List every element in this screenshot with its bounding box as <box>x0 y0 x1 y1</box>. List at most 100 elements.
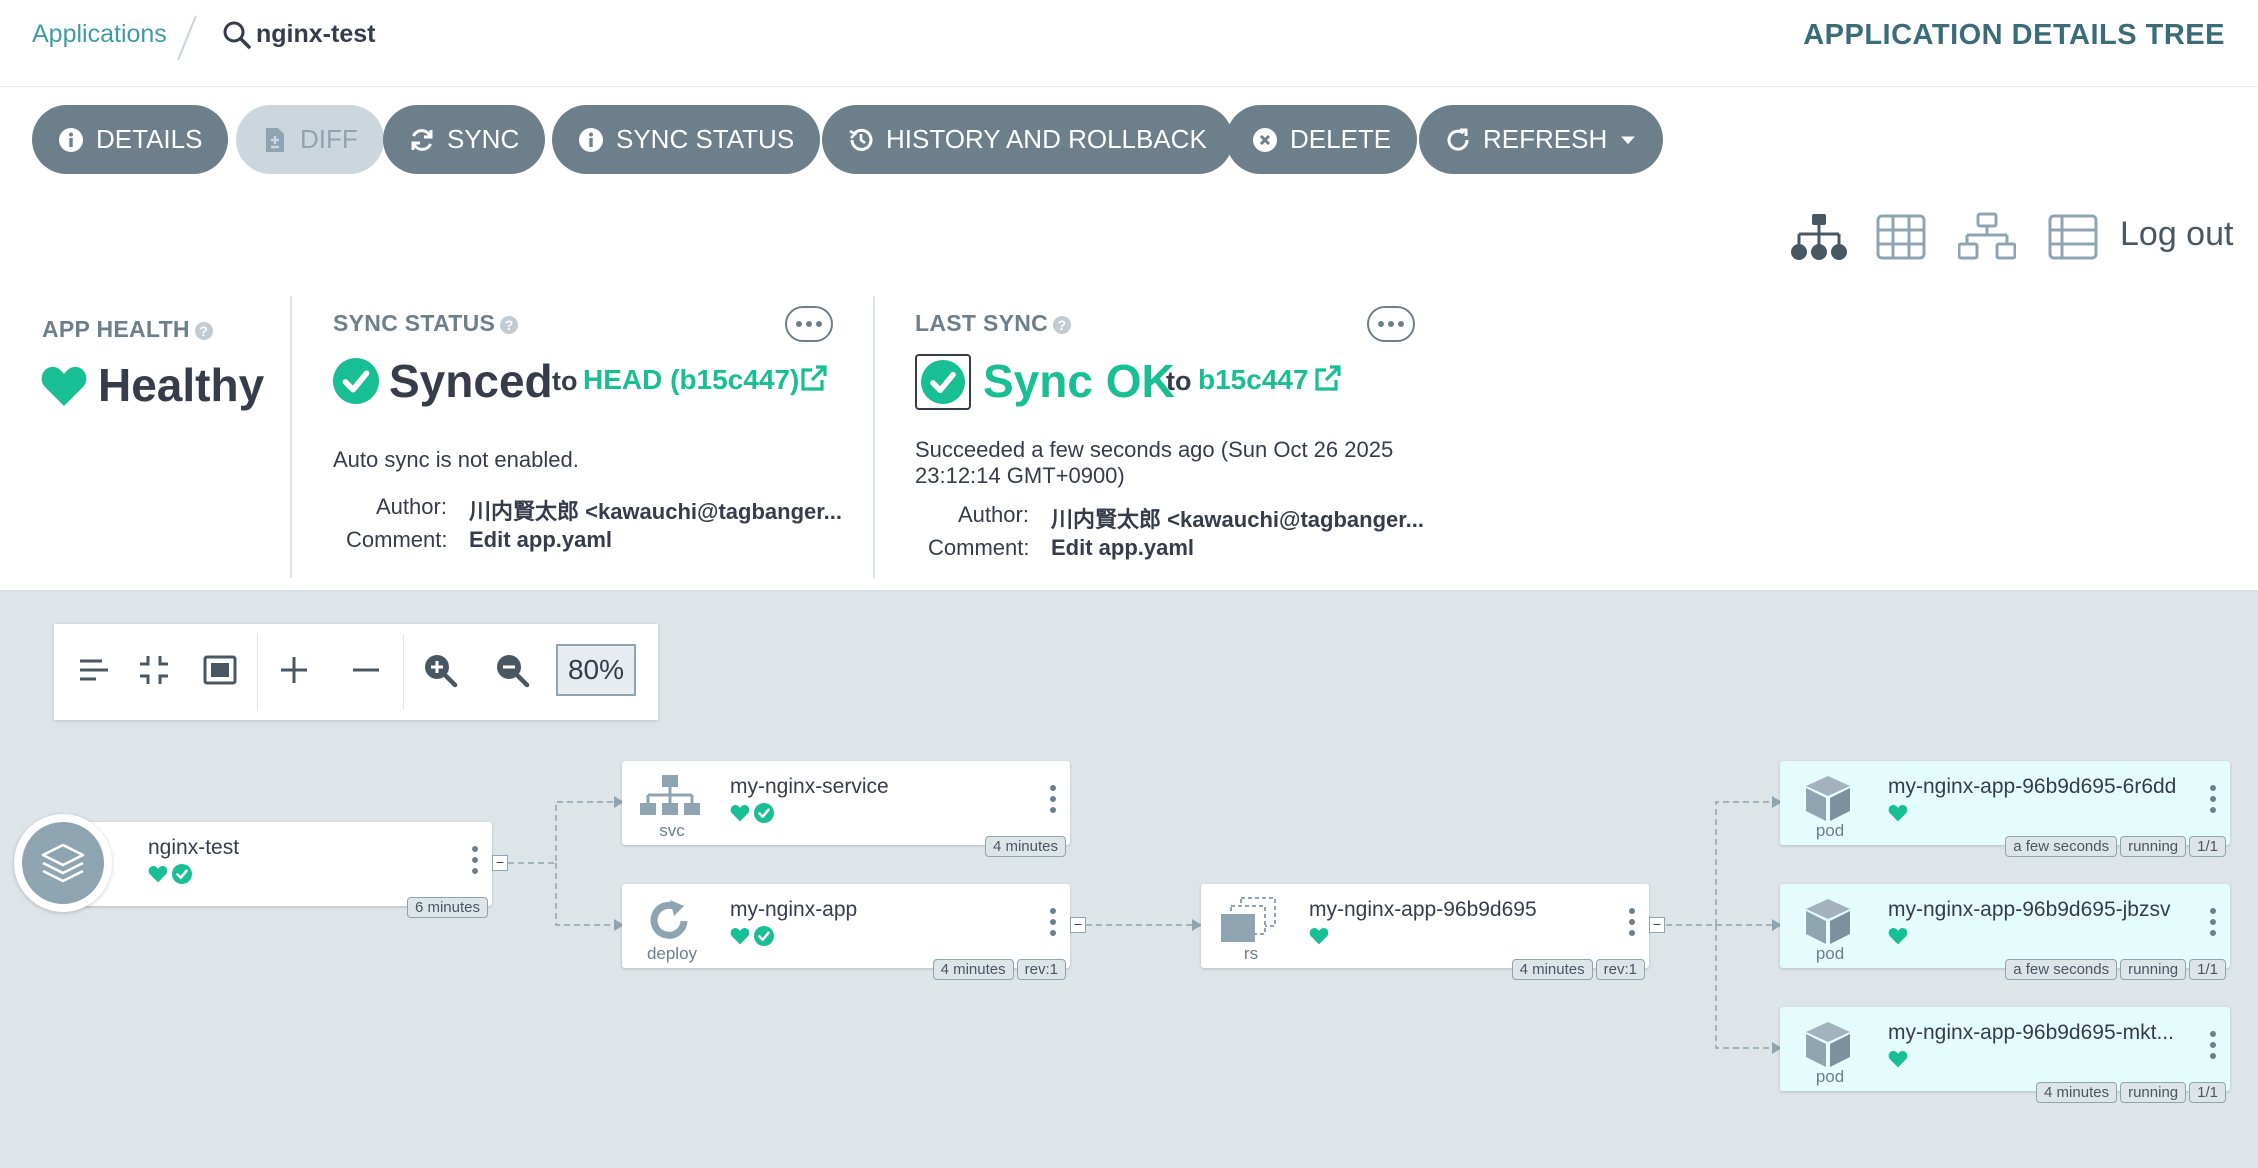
resource-node-pod[interactable]: pod my-nginx-app-96b9d695-jbzsv a few se… <box>1780 884 2230 980</box>
ready-badge: 1/1 <box>2189 959 2226 980</box>
last-sync-more-button[interactable] <box>1367 306 1415 342</box>
node-status <box>1888 926 1908 946</box>
resource-node-pod[interactable]: pod my-nginx-app-96b9d695-6r6dd a few se… <box>1780 761 2230 857</box>
author-value: 川内賢太郎 <kawauchi@tagbanger... <box>469 499 842 524</box>
app-node-nginx-test[interactable]: nginx-test 6 minutes <box>60 822 492 918</box>
node-kind: deploy <box>646 944 698 963</box>
collapse-toggle[interactable]: − <box>1070 917 1086 933</box>
node-tags: 4 minutes <box>984 836 1066 857</box>
service-icon <box>640 775 700 815</box>
sync-status-button[interactable]: SYNC STATUS <box>552 105 821 174</box>
heart-icon <box>730 803 750 823</box>
node-kind: pod <box>1815 821 1845 840</box>
help-icon[interactable]: ? <box>500 315 519 334</box>
breadcrumb-applications-link[interactable]: Applications <box>32 20 167 49</box>
collapse-toggle[interactable]: − <box>492 855 508 871</box>
resource-node-rs[interactable]: rs my-nginx-app-96b9d695 4 minutes rev:1 <box>1201 884 1649 980</box>
node-name: nginx-test <box>148 836 240 859</box>
delete-button[interactable]: DELETE <box>1226 105 1418 174</box>
fit-to-screen-icon[interactable] <box>202 652 238 688</box>
details-label: DETAILS <box>96 124 203 154</box>
node-tags: 4 minutes rev:1 <box>932 959 1066 980</box>
minus-icon[interactable] <box>348 652 384 688</box>
app-icon-bg <box>22 822 104 904</box>
to-text: to <box>1166 366 1192 396</box>
last-sync-status-box <box>915 354 971 410</box>
deployment-icon <box>650 900 688 939</box>
plus-icon[interactable] <box>276 652 312 688</box>
external-link-icon[interactable] <box>800 364 828 392</box>
refresh-icon <box>1447 128 1469 151</box>
node-kind: rs <box>1243 944 1259 963</box>
divider <box>290 296 292 578</box>
resource-node-deploy[interactable]: deploy my-nginx-app 4 minutes rev:1 <box>622 884 1070 980</box>
logout-link[interactable]: Log out <box>2120 215 2233 254</box>
last-sync-label: LAST SYNC? <box>915 310 1072 337</box>
node-name: my-nginx-app-96b9d695-6r6dd <box>1888 775 2177 798</box>
sync-status-more-button[interactable] <box>785 306 833 342</box>
heart-icon <box>148 864 168 884</box>
sync-button[interactable]: SYNC <box>383 105 546 174</box>
last-sync-revision-link[interactable]: b15c447 <box>1198 364 1309 396</box>
last-sync-to: to <box>1166 366 1191 397</box>
node-menu-button[interactable] <box>1050 908 1056 936</box>
app-health-label: APP HEALTH? <box>42 316 213 343</box>
node-kind: svc <box>659 821 685 840</box>
node-menu-button[interactable] <box>472 846 478 874</box>
resource-node-svc[interactable]: svc my-nginx-service 4 minutes <box>622 761 1070 857</box>
author-label: Author: <box>958 502 1029 527</box>
heart-icon <box>730 926 750 946</box>
last-sync-value: Sync OK <box>983 355 1175 407</box>
node-status <box>1888 1049 1908 1069</box>
age-badge: 4 minutes <box>2036 1082 2118 1103</box>
age-badge: 4 minutes <box>932 959 1014 980</box>
check-circle-icon <box>333 358 379 404</box>
age-badge: 4 minutes <box>984 836 1066 857</box>
details-button[interactable]: DETAILS <box>32 105 229 174</box>
list-view-icon[interactable] <box>2044 212 2102 262</box>
resource-node-pod[interactable]: pod my-nginx-app-96b9d695-mkt... 4 minut… <box>1780 1007 2230 1103</box>
zoom-level-input[interactable]: 80% <box>556 644 636 696</box>
history-icon <box>849 128 873 151</box>
zoom-in-icon[interactable] <box>422 652 458 688</box>
heart-icon <box>1309 926 1329 946</box>
sync-status-to: to <box>552 366 577 397</box>
node-menu-button[interactable] <box>1629 908 1635 936</box>
diff-button[interactable]: DIFF <box>236 105 384 174</box>
last-sync-label-text: LAST SYNC <box>915 310 1049 336</box>
history-and-rollback-button[interactable]: HISTORY AND ROLLBACK <box>822 105 1233 174</box>
cube-icon <box>1798 896 1858 946</box>
network-view-icon[interactable] <box>1958 212 2016 262</box>
node-status <box>1309 926 1329 946</box>
node-menu-button[interactable] <box>2210 785 2216 813</box>
help-icon[interactable]: ? <box>1053 315 1072 334</box>
node-menu-button[interactable] <box>2210 908 2216 936</box>
node-status <box>730 926 774 946</box>
last-sync-revision-text: b15c447 <box>1198 364 1309 395</box>
node-menu-button[interactable] <box>1050 785 1056 813</box>
replicaset-icon <box>1221 897 1276 942</box>
breadcrumb-current[interactable]: nginx-test <box>256 20 375 49</box>
node-name: my-nginx-app <box>730 898 858 921</box>
sync-revision-link[interactable]: HEAD (b15c447) <box>583 364 799 396</box>
pods-grid-view-icon[interactable] <box>1872 212 1930 262</box>
cube-icon <box>1798 773 1858 823</box>
ready-badge: 1/1 <box>2189 1082 2226 1103</box>
collapse-toggle[interactable]: − <box>1649 917 1665 933</box>
zoom-out-icon[interactable] <box>494 652 530 688</box>
compress-icon[interactable] <box>136 652 172 688</box>
node-tags: 4 minutes running 1/1 <box>2036 1082 2226 1103</box>
external-link-icon[interactable] <box>1314 364 1342 392</box>
heart-icon <box>1888 926 1908 946</box>
sync-status-value: Synced <box>389 355 553 407</box>
search-icon[interactable] <box>222 20 252 50</box>
tree-view-icon[interactable] <box>1790 212 1848 262</box>
refresh-button[interactable]: REFRESH <box>1419 105 1664 174</box>
align-left-icon[interactable] <box>76 652 112 688</box>
divider <box>403 634 404 710</box>
node-menu-button[interactable] <box>2210 1031 2216 1059</box>
diff-label: DIFF <box>300 124 358 154</box>
top-bar: Applications nginx-test APPLICATION DETA… <box>0 0 2258 87</box>
sync-status-label-text: SYNC STATUS <box>333 310 496 336</box>
help-icon[interactable]: ? <box>194 321 213 340</box>
